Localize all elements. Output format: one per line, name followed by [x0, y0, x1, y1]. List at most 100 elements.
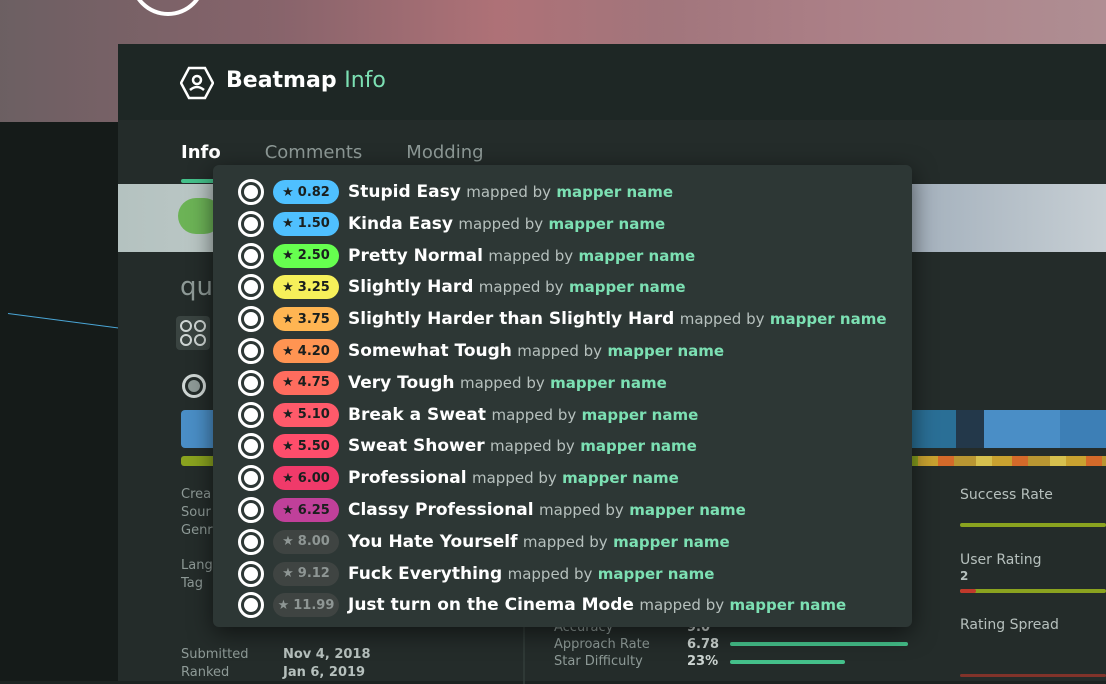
difficulty-label: Somewhat Tough mapped by mapper name	[348, 341, 724, 361]
difficulty-item[interactable]: ★ 5.10 Break a Sweat mapped by mapper name	[213, 399, 912, 431]
osu-mode-icon	[238, 465, 264, 492]
bar-segment	[1060, 410, 1106, 448]
difficulty-item[interactable]: ★ 9.12 Fuck Everything mapped by mapper na…	[213, 558, 912, 590]
difficulty-name: Stupid Easy	[348, 182, 461, 202]
tab-comments[interactable]: Comments	[265, 142, 363, 163]
star-rating-value: 3.25	[297, 279, 330, 295]
difficulty-name: Pretty Normal	[348, 245, 483, 266]
mapper-link[interactable]: mapper name	[730, 596, 847, 614]
osu-mode-icon	[238, 242, 264, 269]
star-rating-badge: ★ 1.50	[273, 211, 339, 236]
difficulty-name: Very Tough	[348, 372, 455, 393]
mapper-link[interactable]: mapper name	[562, 469, 679, 487]
difficulty-item[interactable]: ★ 6.00 Professional mapped by mapper name	[213, 462, 912, 494]
difficulty-label: Just turn on the Cinema Mode mapped by m…	[348, 595, 846, 615]
mapped-by-text: mapped by	[491, 405, 577, 424]
mapped-by-text: mapped by	[490, 437, 575, 456]
difficulty-item[interactable]: ★ 3.25 Slightly Hard mapped by mapper name	[213, 271, 912, 303]
star-icon: ★	[282, 184, 294, 200]
mapper-link[interactable]: mapper name	[613, 533, 730, 551]
meta-label-creator: Crea	[181, 487, 212, 502]
osu-mode-icon	[238, 338, 264, 364]
circle-icon	[194, 320, 206, 332]
user-rating-label: User Rating	[960, 552, 1042, 568]
osu-mode-icon	[238, 433, 264, 460]
osu-mode-icon	[238, 179, 264, 205]
difficulty-label: Slightly Hard mapped by mapper name	[348, 277, 686, 297]
circle-icon	[194, 334, 206, 346]
star-rating-badge: ★ 5.50	[273, 434, 339, 459]
stat-value-approach-rate: 6.78	[687, 637, 720, 652]
difficulty-label: Sweat Shower mapped by mapper name	[348, 436, 697, 456]
difficulty-item[interactable]: ★ 1.50 Kinda Easy mapped by mapper name	[213, 208, 912, 240]
mapper-link[interactable]: mapper name	[598, 565, 715, 583]
difficulty-label: Kinda Easy mapped by mapper name	[348, 214, 665, 234]
beatmap-title: qu	[180, 272, 213, 302]
star-icon: ★	[282, 502, 294, 518]
star-icon: ★	[282, 407, 294, 423]
difficulty-item[interactable]: ★ 11.99 Just turn on the Cinema Mode mappe…	[213, 589, 912, 621]
mapper-link[interactable]: mapper name	[580, 437, 697, 455]
difficulty-item[interactable]: ★ 4.75 Very Tough mapped by mapper name	[213, 367, 912, 399]
mapper-link[interactable]: mapper name	[629, 501, 746, 519]
difficulty-item[interactable]: ★ 5.50 Sweat Shower mapped by mapper name	[213, 430, 912, 462]
difficulty-item[interactable]: ★ 3.75 Slightly Harder than Slightly Hard …	[213, 303, 912, 335]
mapped-by-text: mapped by	[478, 278, 564, 297]
difficulty-name: Somewhat Tough	[348, 341, 512, 361]
approach-rate-bar	[730, 642, 908, 646]
star-rating-badge: ★ 9.12	[273, 561, 339, 586]
star-icon: ★	[282, 566, 294, 582]
star-icon: ★	[282, 311, 294, 327]
mapped-by-text: mapped by	[472, 469, 557, 488]
difficulty-item[interactable]: ★ 8.00 You Hate Yourself mapped by mapper …	[213, 526, 912, 558]
difficulty-selector-button[interactable]	[176, 316, 210, 350]
mapper-link[interactable]: mapper name	[556, 183, 673, 201]
difficulty-dropdown: ★ 0.82 Stupid Easy mapped by mapper name ★ 1…	[213, 165, 912, 627]
difficulty-item[interactable]: ★ 0.82 Stupid Easy mapped by mapper name	[213, 176, 912, 208]
difficulty-item[interactable]: ★ 2.50 Pretty Normal mapped by mapper name	[213, 240, 912, 272]
mapper-link[interactable]: mapper name	[582, 406, 699, 424]
mapped-by-text: mapped by	[522, 532, 608, 551]
difficulty-name: You Hate Yourself	[348, 531, 518, 552]
star-rating-badge: ★ 2.50	[273, 243, 339, 268]
star-icon: ★	[282, 438, 294, 454]
panel-header: Beatmap Info	[118, 44, 1106, 120]
difficulty-name: Fuck Everything	[348, 563, 503, 584]
meta-label-genre: Genr	[181, 523, 213, 538]
rating-spread-bar	[960, 674, 1106, 677]
mapper-link[interactable]: mapper name	[550, 374, 667, 392]
difficulty-label: Stupid Easy mapped by mapper name	[348, 182, 673, 202]
mapper-link[interactable]: mapper name	[569, 278, 686, 296]
stat-value-star-difficulty: 23%	[687, 654, 719, 669]
bar-segment	[956, 410, 984, 448]
mapped-by-text: mapped by	[539, 501, 624, 519]
star-rating-badge: ★ 11.99	[273, 593, 339, 618]
color-strip-tail	[918, 456, 1106, 466]
osu-mode-icon	[238, 306, 264, 333]
star-icon: ★	[282, 470, 294, 486]
mapper-link[interactable]: mapper name	[579, 247, 696, 265]
mapper-link[interactable]: mapper name	[549, 215, 666, 233]
difficulty-item[interactable]: ★ 6.25 Classy Professional mapped by mappe…	[213, 494, 912, 526]
star-icon: ★	[282, 279, 294, 295]
mapper-link[interactable]: mapper name	[770, 310, 887, 328]
star-rating-value: 5.50	[297, 438, 330, 454]
tab-modding[interactable]: Modding	[406, 142, 483, 163]
stat-label-star-difficulty: Star Difficulty	[554, 654, 643, 669]
mapped-by-text: mapped by	[458, 214, 544, 233]
submitted-value: Nov 4, 2018	[283, 647, 371, 662]
difficulty-name: Slightly Harder than Slightly Hard	[348, 309, 675, 330]
star-icon: ★	[282, 375, 294, 391]
star-difficulty-bar	[730, 660, 845, 664]
tab-info[interactable]: Info	[181, 142, 221, 163]
left-gutter	[0, 122, 118, 681]
osu-mode-icon	[238, 497, 264, 523]
difficulty-item[interactable]: ★ 4.20 Somewhat Tough mapped by mapper nam…	[213, 335, 912, 367]
difficulty-name: Slightly Hard	[348, 277, 474, 298]
star-rating-badge: ★ 3.25	[273, 275, 339, 300]
osu-mode-icon	[238, 560, 264, 587]
success-rate-bar	[960, 523, 1106, 527]
mapper-link[interactable]: mapper name	[607, 342, 724, 360]
star-icon: ★	[277, 597, 290, 613]
ranked-label: Ranked	[181, 665, 230, 680]
